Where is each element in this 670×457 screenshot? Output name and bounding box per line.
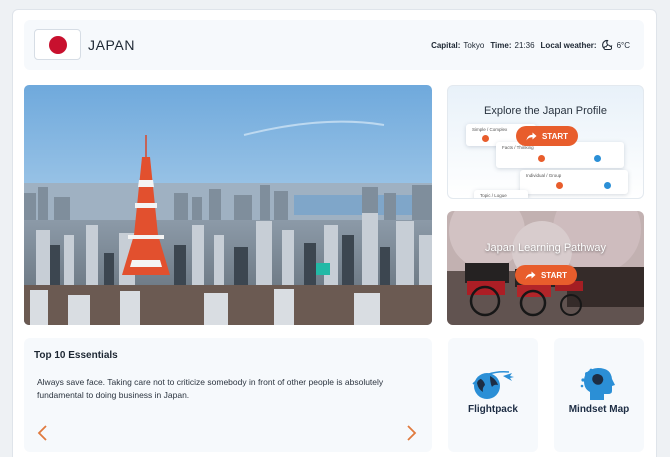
profile-preview-row: Topic / Logue [474, 190, 528, 198]
essential-tip-text: Always save face. Taking care not to cri… [37, 377, 384, 400]
time-value: 21:36 [514, 40, 535, 50]
capital-label: Capital: [431, 40, 461, 50]
weather-label: Local weather: [540, 40, 597, 50]
country-header: JAPAN Capital: Tokyo Time: 21:36 Local wea… [24, 20, 644, 70]
chevron-right-icon[interactable] [406, 424, 418, 442]
country-name: JAPAN [88, 37, 136, 53]
learning-pathway-start-button[interactable]: START [515, 265, 577, 285]
head-brain-icon [580, 368, 615, 400]
flag-sun [49, 36, 67, 54]
globe-plane-icon [472, 370, 514, 399]
share-arrow-icon [526, 132, 537, 140]
chevron-left-icon[interactable] [36, 424, 48, 442]
tokyo-hero-image [24, 85, 432, 325]
explore-profile-card[interactable]: Explore the Japan Profile Simple / Compl… [447, 85, 644, 199]
learning-pathway-card[interactable]: Japan Learning Pathway START [447, 211, 644, 325]
time-label: Time: [490, 40, 512, 50]
profile-preview-row: Individual / Group [520, 170, 628, 194]
explore-profile-title: Explore the Japan Profile [484, 105, 607, 117]
flightpack-label: Flightpack [467, 404, 518, 415]
weather-value: 6°C [616, 40, 630, 50]
explore-profile-start-button[interactable]: START [516, 126, 578, 146]
mindset-map-label: Mindset Map [568, 404, 630, 415]
top-essentials-panel: Top 10 Essentials Always save face. Taki… [24, 338, 432, 452]
learning-pathway-title: Japan Learning Pathway [484, 242, 607, 254]
country-info-bar: Capital: Tokyo Time: 21:36 Local weather: … [431, 39, 630, 51]
moon-cloud-icon [601, 39, 612, 50]
japan-flag-icon [34, 29, 81, 60]
mindset-map-tile[interactable]: Mindset Map [554, 338, 644, 452]
share-arrow-icon [525, 271, 536, 279]
capital-value: Tokyo [463, 40, 485, 50]
top-essentials-title: Top 10 Essentials [34, 350, 118, 361]
flightpack-tile[interactable]: Flightpack [448, 338, 538, 452]
